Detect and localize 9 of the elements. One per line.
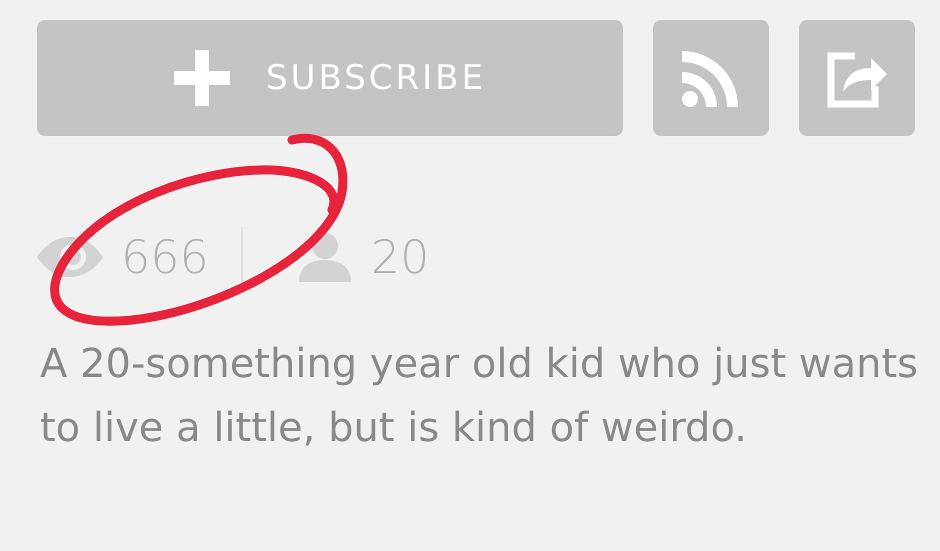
share-button[interactable] <box>799 20 915 136</box>
rss-icon <box>681 48 741 108</box>
subscribe-button[interactable]: SUBSCRIBE <box>37 20 623 136</box>
plus-icon <box>174 50 230 106</box>
eye-icon <box>37 237 103 277</box>
view-count: 666 <box>121 230 209 284</box>
subscriber-count: 20 <box>370 230 430 284</box>
rss-button[interactable] <box>653 20 769 136</box>
channel-description: A 20-something year old kid who just wants to live a little, but is kind of weirdo. <box>40 340 919 453</box>
